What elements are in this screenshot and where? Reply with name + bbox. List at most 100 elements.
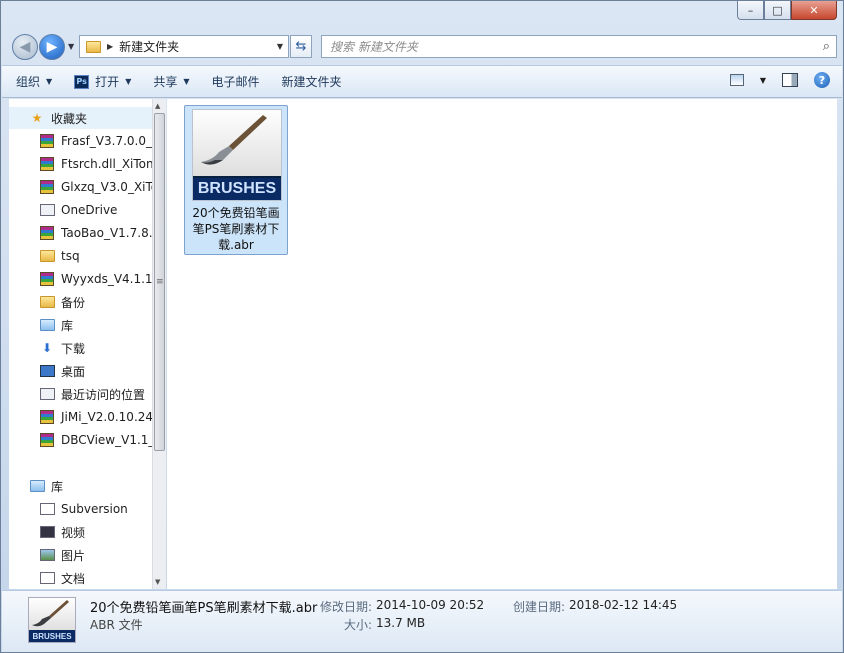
nav-item-wyyxds[interactable]: Wyyxds_V4.1.1.: [9, 268, 152, 290]
back-button[interactable]: ◀: [12, 34, 38, 60]
new-folder-label: 新建文件夹: [281, 75, 342, 89]
close-button[interactable]: ✕: [791, 1, 837, 20]
nav-item-label: 最近访问的位置: [61, 387, 146, 402]
nav-item-library[interactable]: 库: [9, 314, 152, 336]
nav-item-label: 下载: [61, 341, 86, 356]
breadcrumb-current[interactable]: 新建文件夹: [119, 38, 179, 55]
scroll-up-icon[interactable]: ▲: [155, 102, 160, 110]
nav-item-dbcview[interactable]: DBCView_V1.1_: [9, 429, 152, 451]
recent-icon: [39, 388, 55, 400]
nav-item-tsq[interactable]: tsq: [9, 245, 152, 267]
nav-item-frasf[interactable]: Frasf_V3.7.0.0_X: [9, 130, 152, 152]
nav-item-label: 库: [61, 318, 74, 333]
back-arrow-icon: ◀: [19, 39, 31, 55]
change-view-icon[interactable]: [729, 74, 744, 86]
photoshop-icon: Ps: [74, 74, 90, 89]
nav-lib-pictures[interactable]: 图片: [9, 544, 152, 566]
nav-item-label: Subversion: [61, 502, 128, 516]
brush-thumbnail: BRUSHES: [192, 109, 282, 201]
nav-item-recent[interactable]: 最近访问的位置: [9, 383, 152, 405]
explorer-window: – □ ✕ ◀ ▶ ▼ ▶ 新建文件夹 ▼ ⇆ 搜索 新建文件夹 ⌕ 组织 ▼ …: [0, 0, 844, 653]
share-menu[interactable]: 共享 ▼: [153, 73, 189, 90]
created-label: 创建日期:: [513, 600, 566, 614]
paintbrush-icon: [201, 115, 267, 165]
details-pane: BRUSHES 20个免费铅笔画笔PS笔刷素材下载.abr ABR 文件 修改日…: [2, 590, 842, 652]
search-input[interactable]: 搜索 新建文件夹 ⌕: [321, 35, 837, 58]
refresh-button[interactable]: ⇆: [290, 35, 312, 58]
help-icon[interactable]: ?: [814, 72, 830, 88]
nav-item-jimi[interactable]: JiMi_V2.0.10.24_: [9, 406, 152, 428]
desktop-icon: [39, 365, 55, 377]
search-icon[interactable]: ⌕: [823, 39, 830, 54]
file-item-selected[interactable]: BRUSHES 20个免费铅笔画笔PS笔刷素材下载.abr: [184, 105, 288, 255]
nav-item-taobao[interactable]: TaoBao_V1.7.8.: [9, 222, 152, 244]
modified-label: 修改日期:: [320, 600, 373, 614]
rar-icon: [40, 272, 54, 286]
email-button[interactable]: 电子邮件: [212, 73, 260, 90]
breadcrumb-arrow-icon[interactable]: ▶: [107, 42, 113, 51]
rar-icon: [40, 410, 54, 424]
nav-item-label: DBCView_V1.1_: [61, 433, 152, 447]
video-icon: [39, 526, 55, 538]
nav-item-onedrive[interactable]: OneDrive: [9, 199, 152, 221]
organize-menu[interactable]: 组织 ▼: [16, 73, 52, 90]
picture-icon: [39, 549, 55, 561]
nav-lib-subversion[interactable]: Subversion: [9, 498, 152, 520]
document-icon: [39, 572, 55, 584]
rar-icon: [40, 433, 54, 447]
maximize-button[interactable]: □: [764, 1, 791, 20]
paintbrush-icon: [32, 600, 69, 627]
size-value: 13.7 MB: [376, 616, 426, 630]
history-dropdown-icon[interactable]: ▼: [68, 42, 74, 51]
new-folder-button[interactable]: 新建文件夹: [282, 73, 342, 90]
address-bar[interactable]: ▶ 新建文件夹 ▼: [79, 35, 289, 58]
file-name[interactable]: 20个免费铅笔画笔PS笔刷素材下载.abr: [187, 205, 285, 253]
nav-item-glxzq[interactable]: Glxzq_V3.0_XiTo: [9, 176, 152, 198]
nav-item-downloads[interactable]: ⬇ 下载: [9, 337, 152, 359]
nav-item-label: Wyyxds_V4.1.1.: [61, 272, 152, 286]
folder-icon: [39, 296, 55, 308]
nav-item-label: Ftsrch.dll_XiTon: [61, 157, 152, 171]
address-dropdown-icon[interactable]: ▼: [277, 42, 283, 51]
email-label: 电子邮件: [211, 75, 260, 89]
view-dropdown-icon[interactable]: ▼: [760, 76, 766, 85]
scroll-down-icon[interactable]: ▼: [155, 578, 160, 586]
nav-lib-documents[interactable]: 文档: [9, 567, 152, 589]
file-list: BRUSHES 20个免费铅笔画笔PS笔刷素材下载.abr: [167, 99, 837, 589]
rar-icon: [40, 157, 54, 171]
nav-item-ftsrch[interactable]: Ftsrch.dll_XiTon: [9, 153, 152, 175]
rar-icon: [40, 226, 54, 240]
nav-favorites[interactable]: ★ 收藏夹: [9, 107, 152, 129]
nav-item-label: Glxzq_V3.0_XiTo: [61, 180, 152, 194]
nav-lib-videos[interactable]: 视频: [9, 521, 152, 543]
chevron-down-icon: ▼: [183, 77, 190, 86]
nav-item-label: tsq: [61, 249, 80, 263]
download-icon: ⬇: [41, 341, 53, 355]
minimize-button[interactable]: –: [737, 1, 764, 20]
nav-item-desktop[interactable]: 桌面: [9, 360, 152, 382]
caption-buttons: – □ ✕: [737, 1, 837, 20]
rar-icon: [40, 180, 54, 194]
folder-icon: [39, 250, 55, 262]
details-filetype: ABR 文件: [90, 618, 143, 632]
open-label: 打开: [95, 75, 120, 89]
nav-item-label: 桌面: [61, 364, 86, 379]
open-menu[interactable]: Ps 打开 ▼: [74, 73, 131, 90]
nav-item-label: Frasf_V3.7.0.0_X: [61, 134, 152, 148]
organize-label: 组织: [16, 75, 41, 89]
document-icon: [39, 503, 55, 515]
refresh-icon: ⇆: [295, 39, 307, 54]
nav-libraries[interactable]: 库: [9, 475, 152, 497]
nav-item-backup[interactable]: 备份: [9, 291, 152, 313]
nav-item-label: TaoBao_V1.7.8.: [61, 226, 152, 240]
nav-scrollbar[interactable]: ▲ ≡ ▼: [152, 99, 166, 589]
details-brushes-label: BRUSHES: [29, 630, 75, 642]
brushes-label: BRUSHES: [193, 176, 281, 200]
forward-arrow-icon: ▶: [46, 39, 58, 55]
search-placeholder: 搜索 新建文件夹: [330, 40, 418, 54]
preview-pane-icon[interactable]: [782, 73, 798, 87]
nav-favorites-label: 收藏夹: [51, 111, 88, 126]
chevron-down-icon: ▼: [125, 77, 132, 86]
navigation-pane: ★ 收藏夹 Frasf_V3.7.0.0_X Ftsrch.dll_XiTon …: [9, 99, 152, 589]
forward-button[interactable]: ▶: [39, 34, 65, 60]
